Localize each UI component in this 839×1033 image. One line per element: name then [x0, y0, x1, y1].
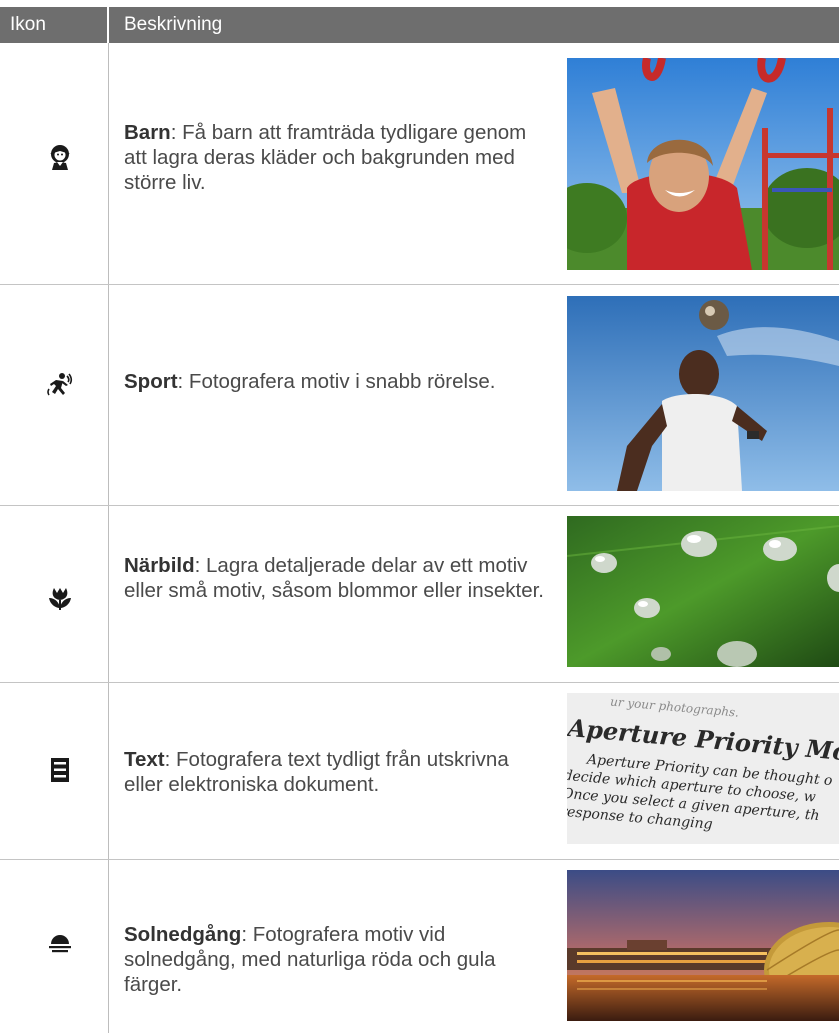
- photo-water-drops-leaf: [567, 516, 839, 667]
- table-row-solnedgang: Solnedgång: Fotografera motiv vid solned…: [0, 860, 839, 1033]
- text-document-icon: [46, 756, 74, 784]
- title-narbild: Närbild: [124, 554, 195, 577]
- photo-soccer-player: [567, 296, 839, 491]
- description-text: Text: Fotografera text tydligt från utsk…: [124, 747, 549, 797]
- title-text: Text: [124, 748, 165, 771]
- table-row-sport: Sport: Fotografera motiv i snabb rörelse…: [0, 285, 839, 506]
- title-solnedgang: Solnedgång: [124, 923, 242, 946]
- header-divider: [107, 7, 109, 43]
- table-header: Ikon Beskrivning: [0, 7, 839, 43]
- description-narbild: Närbild: Lagra detaljerade delar av ett …: [124, 553, 549, 603]
- description-sport: Sport: Fotografera motiv i snabb rörelse…: [124, 369, 549, 394]
- text-barn: : Få barn att framträda tydligare genom …: [124, 121, 527, 194]
- description-solnedgang: Solnedgång: Fotografera motiv vid solned…: [124, 922, 549, 997]
- sport-icon: [46, 371, 74, 399]
- text-sport: : Fotografera motiv i snabb rörelse.: [177, 370, 496, 393]
- sunset-icon: [46, 930, 74, 958]
- header-description-column: Beskrivning: [124, 14, 223, 35]
- table-row-text: Text: Fotografera text tydligt från utsk…: [0, 683, 839, 860]
- photo-printed-page: ur your photographs. Aperture Priority M…: [567, 693, 839, 844]
- table-row-barn: Barn: Få barn att framträda tydligare ge…: [0, 43, 839, 285]
- macro-flower-icon: [46, 584, 74, 612]
- title-barn: Barn: [124, 121, 171, 144]
- child-icon: [46, 143, 74, 171]
- title-sport: Sport: [124, 370, 178, 393]
- header-icon-column: Ikon: [10, 14, 46, 35]
- photo-child-playground: [567, 58, 839, 270]
- table-row-narbild: Närbild: Lagra detaljerade delar av ett …: [0, 506, 839, 683]
- photo-sunset-building: [567, 870, 839, 1021]
- text-text: : Fotografera text tydligt från utskrivn…: [124, 748, 509, 796]
- description-barn: Barn: Få barn att framträda tydligare ge…: [124, 120, 549, 195]
